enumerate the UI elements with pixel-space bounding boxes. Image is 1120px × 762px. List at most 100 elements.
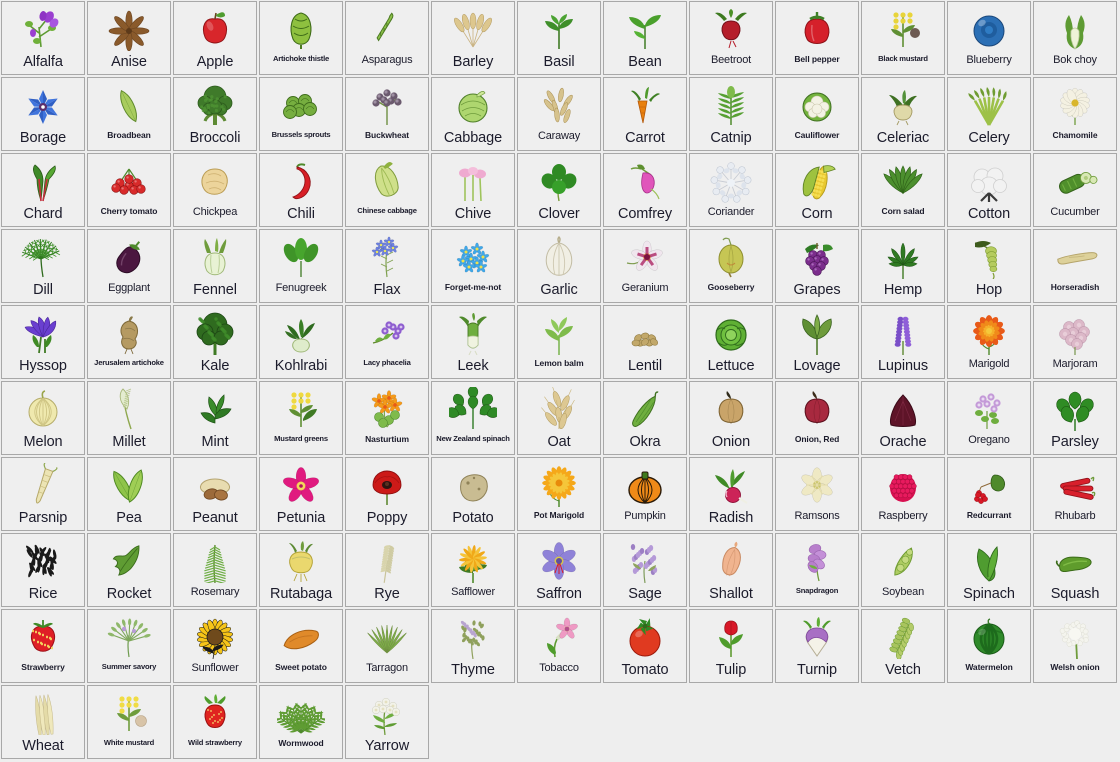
plant-cell[interactable]: Brussels sprouts <box>259 77 343 151</box>
plant-cell[interactable]: Anise <box>87 1 171 75</box>
plant-cell[interactable]: Carrot <box>603 77 687 151</box>
plant-cell[interactable]: Corn <box>775 153 859 227</box>
plant-cell[interactable]: Bean <box>603 1 687 75</box>
plant-cell[interactable]: Rhubarb <box>1033 457 1117 531</box>
plant-cell[interactable]: Lovage <box>775 305 859 379</box>
plant-cell[interactable]: Squash <box>1033 533 1117 607</box>
plant-cell[interactable]: Saffron <box>517 533 601 607</box>
plant-cell[interactable]: Mint <box>173 381 257 455</box>
plant-cell[interactable]: Oat <box>517 381 601 455</box>
plant-cell[interactable]: Fenugreek <box>259 229 343 303</box>
plant-cell[interactable]: New Zealand spinach <box>431 381 515 455</box>
plant-cell[interactable]: Marjoram <box>1033 305 1117 379</box>
plant-cell[interactable]: Millet <box>87 381 171 455</box>
plant-cell[interactable]: Watermelon <box>947 609 1031 683</box>
plant-cell[interactable]: Nasturtium <box>345 381 429 455</box>
plant-cell[interactable]: Celery <box>947 77 1031 151</box>
plant-cell[interactable]: Rye <box>345 533 429 607</box>
plant-cell[interactable]: Chili <box>259 153 343 227</box>
plant-cell[interactable]: Orache <box>861 381 945 455</box>
plant-cell[interactable]: Vetch <box>861 609 945 683</box>
plant-cell[interactable]: Summer savory <box>87 609 171 683</box>
plant-cell[interactable]: Peanut <box>173 457 257 531</box>
plant-cell[interactable]: Cucumber <box>1033 153 1117 227</box>
plant-cell[interactable]: Strawberry <box>1 609 85 683</box>
plant-cell[interactable]: Rocket <box>87 533 171 607</box>
plant-cell[interactable]: Apple <box>173 1 257 75</box>
plant-cell[interactable]: Alfalfa <box>1 1 85 75</box>
plant-cell[interactable]: Okra <box>603 381 687 455</box>
plant-cell[interactable]: Chickpea <box>173 153 257 227</box>
plant-cell[interactable]: Celeriac <box>861 77 945 151</box>
plant-cell[interactable]: Clover <box>517 153 601 227</box>
plant-cell[interactable]: Mustard greens <box>259 381 343 455</box>
plant-cell[interactable]: Onion <box>689 381 773 455</box>
plant-cell[interactable]: Horseradish <box>1033 229 1117 303</box>
plant-cell[interactable]: Petunia <box>259 457 343 531</box>
plant-cell[interactable]: Welsh onion <box>1033 609 1117 683</box>
plant-cell[interactable]: Coriander <box>689 153 773 227</box>
plant-cell[interactable]: Bell pepper <box>775 1 859 75</box>
plant-cell[interactable]: Tulip <box>689 609 773 683</box>
plant-cell[interactable]: Broccoli <box>173 77 257 151</box>
plant-cell[interactable]: Pumpkin <box>603 457 687 531</box>
plant-cell[interactable]: Kohlrabi <box>259 305 343 379</box>
plant-cell[interactable]: Tarragon <box>345 609 429 683</box>
plant-cell[interactable]: Leek <box>431 305 515 379</box>
plant-cell[interactable]: Radish <box>689 457 773 531</box>
plant-cell[interactable]: Oregano <box>947 381 1031 455</box>
plant-cell[interactable]: Flax <box>345 229 429 303</box>
plant-cell[interactable]: Soybean <box>861 533 945 607</box>
plant-cell[interactable]: Sweet potato <box>259 609 343 683</box>
plant-cell[interactable]: Forget-me-not <box>431 229 515 303</box>
plant-cell[interactable]: Garlic <box>517 229 601 303</box>
plant-cell[interactable]: Marigold <box>947 305 1031 379</box>
plant-cell[interactable]: Catnip <box>689 77 773 151</box>
plant-cell[interactable]: Barley <box>431 1 515 75</box>
plant-cell[interactable]: Hemp <box>861 229 945 303</box>
plant-cell[interactable]: Spinach <box>947 533 1031 607</box>
plant-cell[interactable]: Basil <box>517 1 601 75</box>
plant-cell[interactable]: Pot Marigold <box>517 457 601 531</box>
plant-cell[interactable]: Melon <box>1 381 85 455</box>
plant-cell[interactable]: Rutabaga <box>259 533 343 607</box>
plant-cell[interactable]: Caraway <box>517 77 601 151</box>
plant-cell[interactable]: Wormwood <box>259 685 343 759</box>
plant-cell[interactable]: Asparagus <box>345 1 429 75</box>
plant-cell[interactable]: Redcurrant <box>947 457 1031 531</box>
plant-cell[interactable]: Broadbean <box>87 77 171 151</box>
plant-cell[interactable]: Black mustard <box>861 1 945 75</box>
plant-cell[interactable]: Dill <box>1 229 85 303</box>
plant-cell[interactable]: Hyssop <box>1 305 85 379</box>
plant-cell[interactable]: Chinese cabbage <box>345 153 429 227</box>
plant-cell[interactable]: Cotton <box>947 153 1031 227</box>
plant-cell[interactable]: Buckwheat <box>345 77 429 151</box>
plant-cell[interactable]: Sage <box>603 533 687 607</box>
plant-cell[interactable]: Geranium <box>603 229 687 303</box>
plant-cell[interactable]: Poppy <box>345 457 429 531</box>
plant-cell[interactable]: Sunflower <box>173 609 257 683</box>
plant-cell[interactable]: Turnip <box>775 609 859 683</box>
plant-cell[interactable]: Pea <box>87 457 171 531</box>
plant-cell[interactable]: Parsley <box>1033 381 1117 455</box>
plant-cell[interactable]: Jerusalem artichoke <box>87 305 171 379</box>
plant-cell[interactable]: Blueberry <box>947 1 1031 75</box>
plant-cell[interactable]: Cauliflower <box>775 77 859 151</box>
plant-cell[interactable]: Shallot <box>689 533 773 607</box>
plant-cell[interactable]: Onion, Red <box>775 381 859 455</box>
plant-cell[interactable]: Bok choy <box>1033 1 1117 75</box>
plant-cell[interactable]: Lupinus <box>861 305 945 379</box>
plant-cell[interactable]: Rosemary <box>173 533 257 607</box>
plant-cell[interactable]: Ramsons <box>775 457 859 531</box>
plant-cell[interactable]: Gooseberry <box>689 229 773 303</box>
plant-cell[interactable]: Cabbage <box>431 77 515 151</box>
plant-cell[interactable]: Chard <box>1 153 85 227</box>
plant-cell[interactable]: Hop <box>947 229 1031 303</box>
plant-cell[interactable]: Potato <box>431 457 515 531</box>
plant-cell[interactable]: Fennel <box>173 229 257 303</box>
plant-cell[interactable]: Comfrey <box>603 153 687 227</box>
plant-cell[interactable]: Tomato <box>603 609 687 683</box>
plant-cell[interactable]: Kale <box>173 305 257 379</box>
plant-cell[interactable]: Artichoke thistle <box>259 1 343 75</box>
plant-cell[interactable]: Snapdragon <box>775 533 859 607</box>
